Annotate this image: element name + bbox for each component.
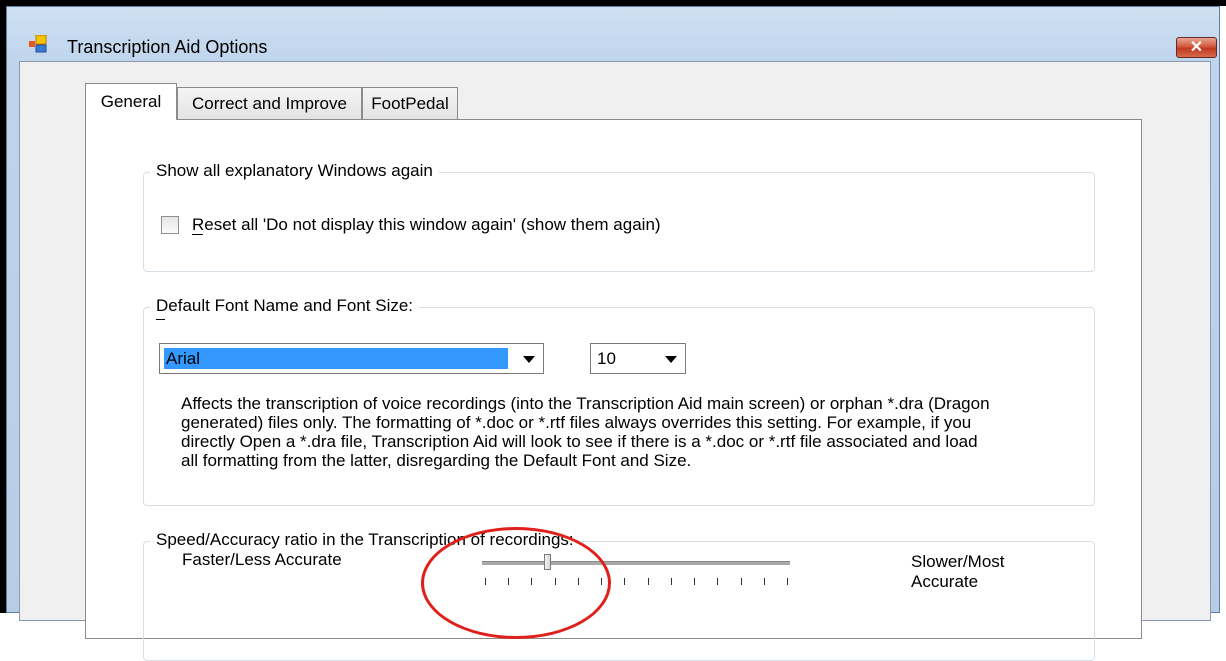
slider-tick	[787, 578, 788, 585]
window-frame: Transcription Aid Options ✕ General Corr…	[6, 6, 1220, 661]
slider-right-label-line2: Accurate	[911, 572, 979, 591]
tab-label: General	[100, 92, 162, 111]
close-icon: ✕	[1189, 39, 1204, 56]
tab-general[interactable]: General	[85, 83, 177, 120]
title-bar[interactable]: Transcription Aid Options ✕	[7, 7, 1219, 67]
general-tab-panel: Show all explanatory Windows again Reset…	[85, 119, 1142, 661]
slider-tick	[763, 578, 765, 585]
slider-tick	[670, 578, 672, 585]
description-line: Affects the transcription of voice recor…	[181, 394, 990, 413]
font-name-dropdown[interactable]: Arial	[159, 343, 544, 374]
slider-tick	[647, 578, 649, 585]
tab-correct-and-improve[interactable]: Correct and Improve	[177, 87, 362, 119]
slider-tick	[694, 578, 696, 585]
slider-tick	[717, 578, 719, 585]
window-title: Transcription Aid Options	[67, 37, 268, 57]
slider-right-label-line1: Slower/Most	[911, 552, 1005, 571]
slider-tick	[740, 578, 742, 585]
slider-left-label: Faster/Less Accurate	[182, 550, 342, 569]
description-line: all formatting from the latter, disregar…	[181, 451, 692, 470]
tab-footpedal[interactable]: FootPedal	[362, 87, 458, 119]
group-title: Show all explanatory Windows again	[150, 161, 439, 181]
font-size-value: 10	[597, 349, 616, 368]
reset-checkbox-label[interactable]: Reset all 'Do not display this window ag…	[192, 215, 661, 235]
default-font-group: Default Font Name and Font Size: Arial 1…	[143, 296, 1095, 506]
tab-label: FootPedal	[371, 94, 449, 113]
chevron-down-icon	[665, 356, 677, 363]
font-size-dropdown[interactable]: 10	[590, 343, 686, 374]
group-title: Default Font Name and Font Size:	[150, 296, 420, 316]
reset-checkbox[interactable]	[161, 216, 179, 234]
mnemonic-underline	[192, 234, 203, 235]
font-description: Affects the transcription of voice recor…	[181, 394, 990, 470]
speed-accuracy-group: Speed/Accuracy ratio in the Transcriptio…	[143, 530, 1095, 661]
font-name-value: Arial	[166, 349, 201, 368]
app-icon	[29, 35, 47, 53]
description-line: directly Open a *.dra file, Transcriptio…	[181, 432, 978, 451]
annotation-circle	[421, 527, 611, 639]
close-button[interactable]: ✕	[1176, 37, 1217, 58]
options-dialog: Transcription Aid Options ✕ General Corr…	[0, 0, 1226, 661]
chevron-down-icon	[523, 356, 535, 363]
selection-highlight	[164, 348, 508, 369]
explanatory-windows-group: Show all explanatory Windows again Reset…	[143, 161, 1095, 272]
dialog-client-area: General Correct and Improve FootPedal Sh…	[19, 61, 1211, 661]
tab-label: Correct and Improve	[192, 94, 347, 113]
description-line: generated) files only. The formatting of…	[181, 413, 972, 432]
slider-tick	[624, 578, 626, 585]
mnemonic-underline	[156, 319, 165, 320]
